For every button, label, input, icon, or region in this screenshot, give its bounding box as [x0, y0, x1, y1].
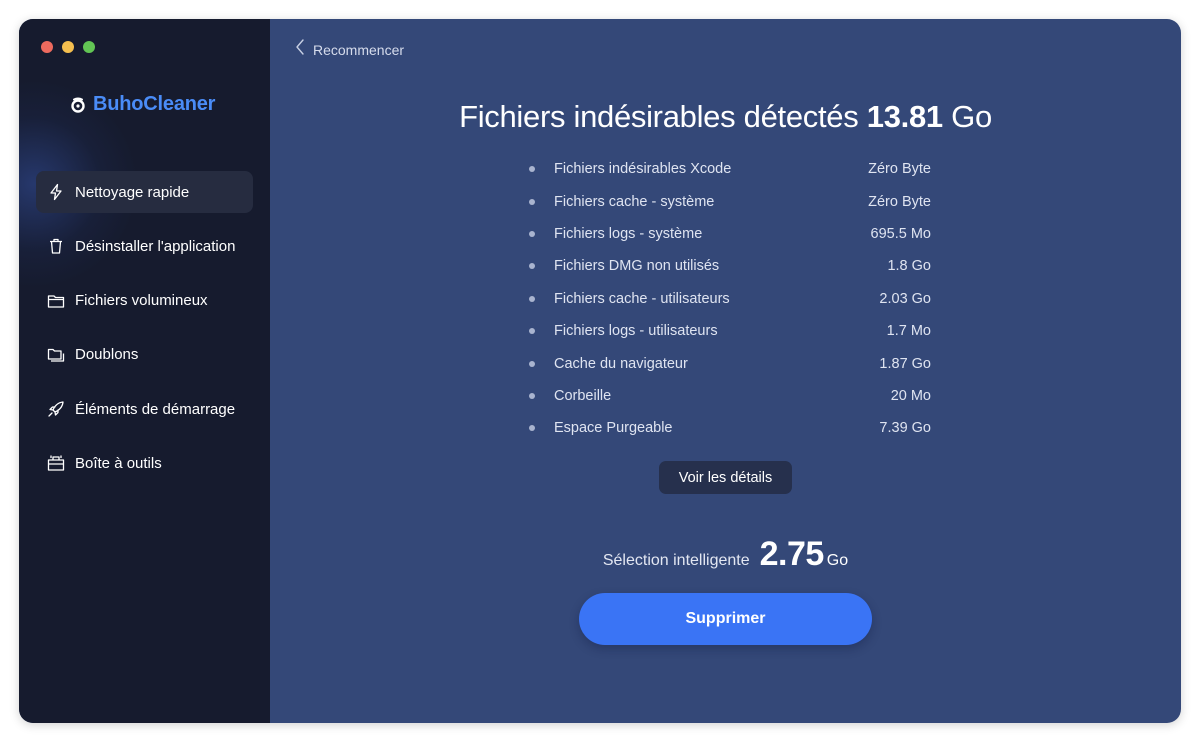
sidebar-item-label: Désinstaller l'application — [75, 237, 236, 255]
total-size-value: 13.81 — [866, 99, 943, 134]
delete-button[interactable]: Supprimer — [579, 593, 872, 645]
item-size: Zéro Byte — [868, 193, 931, 210]
list-item: Fichiers indésirables Xcode Zéro Byte — [529, 153, 931, 185]
sidebar-item-duplicates[interactable]: Doublons — [36, 334, 253, 376]
item-size: 1.87 Go — [879, 355, 931, 372]
bullet — [529, 295, 535, 302]
duplicate-folder-icon — [47, 346, 65, 364]
bullet — [529, 425, 535, 432]
item-size: 20 Mo — [890, 387, 931, 404]
item-label: Fichiers indésirables Xcode — [554, 161, 732, 178]
list-item: Fichiers logs - système 695.5 Mo — [529, 218, 931, 250]
bullet — [529, 166, 535, 173]
lightning-icon — [47, 183, 65, 201]
sidebar-item-toolbox[interactable]: Boîte à outils — [36, 442, 253, 484]
list-item: Fichiers cache - utilisateurs 2.03 Go — [529, 283, 931, 315]
item-label: Fichiers cache - système — [554, 193, 715, 210]
sidebar-item-quick-clean[interactable]: Nettoyage rapide — [36, 171, 253, 213]
sidebar-item-label: Doublons — [75, 346, 139, 364]
bullet — [529, 198, 535, 205]
sidebar-item-label: Fichiers volumineux — [75, 292, 208, 310]
sidebar-item-label: Boîte à outils — [75, 454, 162, 472]
smart-selection-unit: Go — [826, 552, 849, 569]
sidebar-item-label: Éléments de démarrage — [75, 400, 236, 418]
buho-logo-icon — [69, 96, 87, 114]
smart-selection-label: Sélection intelligente — [602, 552, 750, 569]
item-label: Cache du navigateur — [554, 355, 688, 372]
sidebar-nav: Nettoyage rapide Désinstaller l'applicat… — [36, 171, 253, 497]
item-label: Fichiers logs - système — [554, 225, 703, 242]
restart-button[interactable]: Recommencer — [295, 38, 404, 61]
title-text: Fichiers indésirables détectés — [459, 99, 859, 134]
item-size: 7.39 Go — [879, 420, 931, 437]
total-size-unit: Go — [951, 99, 992, 134]
list-item: Fichiers cache - système Zéro Byte — [529, 185, 931, 217]
item-size: 695.5 Mo — [870, 225, 931, 242]
sidebar-item-uninstall[interactable]: Désinstaller l'application — [36, 225, 253, 267]
app-window: BuhoCleaner Nettoyage rapide Désinstalle… — [19, 19, 1181, 723]
item-label: Fichiers cache - utilisateurs — [554, 290, 730, 307]
page-title: Fichiers indésirables détectés 13.81 Go — [270, 99, 1181, 135]
sidebar-item-startup-items[interactable]: Éléments de démarrage — [36, 388, 253, 430]
smart-selection-value: 2.75 — [759, 535, 825, 573]
app-name: BuhoCleaner — [93, 93, 216, 115]
toolbox-icon — [47, 454, 65, 472]
smart-selection: Sélection intelligente 2.75 Go — [270, 535, 1181, 574]
list-item: Fichiers DMG non utilisés 1.8 Go — [529, 250, 931, 282]
list-item: Fichiers logs - utilisateurs 1.7 Mo — [529, 315, 931, 347]
sidebar-item-label: Nettoyage rapide — [75, 183, 190, 201]
rocket-icon — [47, 400, 65, 418]
sidebar: BuhoCleaner Nettoyage rapide Désinstalle… — [19, 19, 270, 723]
bullet — [529, 263, 535, 270]
close-window-button[interactable] — [41, 41, 53, 53]
item-size: 2.03 Go — [879, 290, 931, 307]
item-label: Corbeille — [554, 387, 612, 404]
bullet — [529, 392, 535, 399]
item-size: 1.8 Go — [887, 258, 931, 275]
item-label: Fichiers DMG non utilisés — [554, 258, 720, 275]
main-panel: Recommencer Fichiers indésirables détect… — [270, 19, 1181, 723]
bullet — [529, 328, 535, 335]
list-item: Cache du navigateur 1.87 Go — [529, 347, 931, 379]
list-item: Corbeille 20 Mo — [529, 380, 931, 412]
app-brand: BuhoCleaner — [69, 93, 215, 116]
folder-icon — [47, 292, 65, 310]
sidebar-item-large-files[interactable]: Fichiers volumineux — [36, 280, 253, 322]
restart-label: Recommencer — [313, 41, 405, 58]
trash-icon — [47, 237, 65, 255]
bullet — [529, 360, 535, 367]
item-size: Zéro Byte — [868, 161, 931, 178]
list-item: Espace Purgeable 7.39 Go — [529, 412, 931, 444]
chevron-left-icon — [295, 38, 305, 61]
item-size: 1.7 Mo — [886, 323, 931, 340]
junk-list: Fichiers indésirables Xcode Zéro Byte Fi… — [529, 153, 931, 445]
zoom-window-button[interactable] — [83, 41, 95, 53]
bullet — [529, 230, 535, 237]
view-details-button[interactable]: Voir les détails — [659, 461, 792, 494]
item-label: Fichiers logs - utilisateurs — [554, 323, 718, 340]
item-label: Espace Purgeable — [554, 420, 673, 437]
minimize-window-button[interactable] — [62, 41, 74, 53]
